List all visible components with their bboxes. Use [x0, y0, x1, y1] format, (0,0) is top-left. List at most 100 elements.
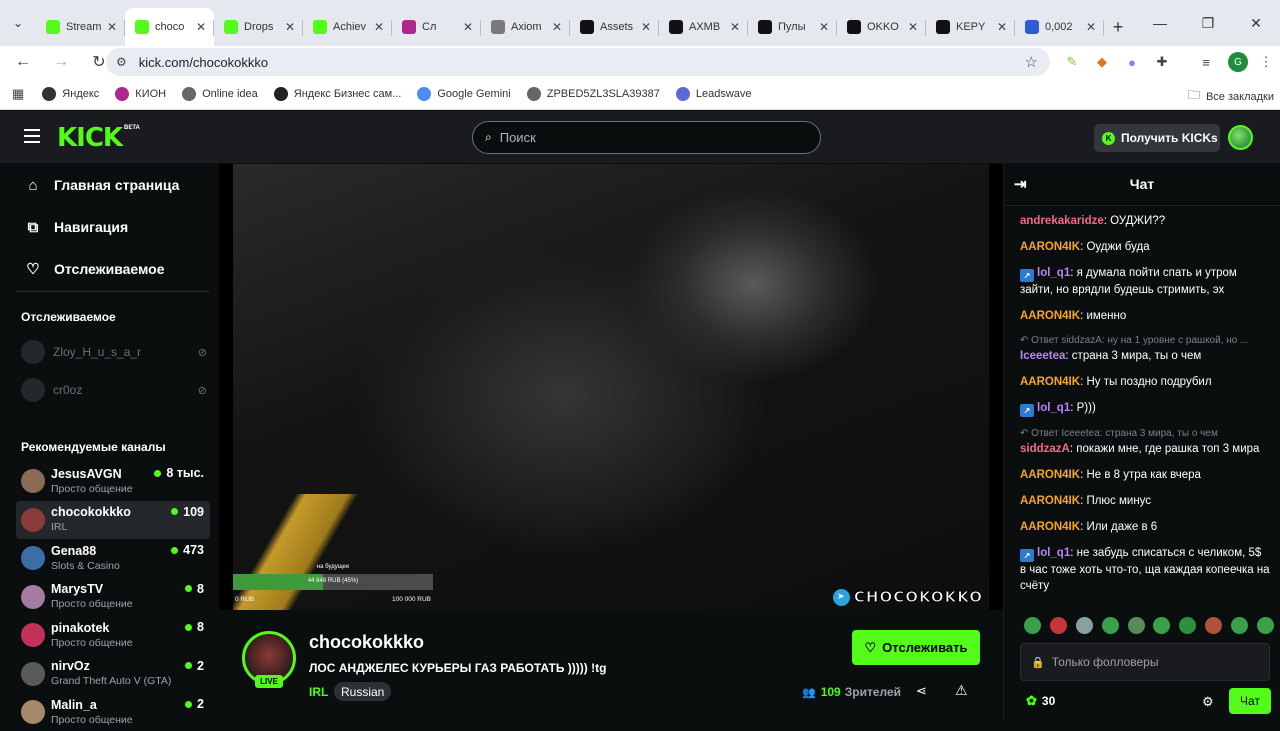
- channel-name[interactable]: chocokokkko: [309, 632, 424, 653]
- close-window-icon[interactable]: ✕: [1232, 0, 1280, 46]
- emote-icon[interactable]: [1101, 617, 1119, 634]
- chat-username[interactable]: AARON4IK: [1020, 495, 1080, 507]
- tab-close-icon[interactable]: ✕: [372, 20, 386, 34]
- apps-grid-icon[interactable]: ▦: [12, 86, 24, 102]
- browser-menu-icon[interactable]: ⋮: [1256, 52, 1276, 72]
- recommended-channel[interactable]: pinakotek Просто общение 8: [16, 616, 210, 654]
- kick-logo[interactable]: KICK: [57, 123, 123, 153]
- report-icon[interactable]: ⚠: [955, 682, 968, 699]
- chat-username[interactable]: AARON4IK: [1020, 469, 1080, 481]
- recommended-channel[interactable]: MarysTV Просто общение 8: [16, 578, 210, 616]
- chat-username[interactable]: Iceeetea: [1020, 350, 1065, 362]
- bookmark-item[interactable]: ZPBED5ZL3SLA39387: [526, 86, 660, 101]
- chat-username[interactable]: lol_q1: [1037, 402, 1070, 414]
- emote-icon[interactable]: [1205, 617, 1223, 634]
- tab-close-icon[interactable]: ✕: [995, 20, 1009, 34]
- sidebar-nav-item[interactable]: ♡ Отслеживаемое: [0, 248, 218, 290]
- media-controls-icon[interactable]: ≡: [1196, 52, 1216, 72]
- emote-icon[interactable]: [1024, 617, 1041, 634]
- tab-close-icon[interactable]: ✕: [105, 20, 119, 34]
- follow-button[interactable]: ♡ Отслеживать: [852, 630, 980, 665]
- browser-tab[interactable]: KEPY ✕: [926, 8, 1015, 46]
- menu-icon[interactable]: [24, 129, 40, 143]
- browser-tab[interactable]: Achiev ✕: [303, 8, 392, 46]
- emote-icon[interactable]: [1179, 617, 1197, 634]
- browser-tab[interactable]: Stream ✕: [36, 8, 125, 46]
- chat-username[interactable]: AARON4IK: [1020, 241, 1080, 253]
- emote-icon[interactable]: [1153, 617, 1171, 634]
- recommended-channel[interactable]: Malin_a Просто общение 2: [16, 693, 210, 731]
- reply-context[interactable]: ↶ Ответ siddzazA: ну на 1 уровне с рашко…: [1020, 334, 1270, 347]
- sidebar-nav-item[interactable]: ⌂ Главная страница: [0, 164, 218, 206]
- maximize-icon[interactable]: ❐: [1184, 0, 1232, 46]
- sidebar-nav-item[interactable]: ⧉ Навигация: [0, 206, 218, 248]
- extension-wave-icon[interactable]: ●: [1122, 52, 1142, 72]
- reply-context[interactable]: ↶ Ответ Iceeetea: страна 3 мира, ты о че…: [1020, 427, 1270, 440]
- bookmark-item[interactable]: КИОН: [115, 86, 166, 101]
- url-field[interactable]: ⚙ kick.com/chocokokkko ☆: [106, 48, 1050, 76]
- all-bookmarks[interactable]: 🗀 Все закладки: [1188, 86, 1274, 107]
- emote-icon[interactable]: [1049, 617, 1067, 634]
- browser-tab[interactable]: Drops ✕: [214, 8, 303, 46]
- back-icon[interactable]: ←: [8, 47, 38, 77]
- search-bar[interactable]: ⌕: [472, 121, 821, 154]
- tab-close-icon[interactable]: ✕: [283, 20, 297, 34]
- forward-icon[interactable]: →: [46, 47, 76, 77]
- chat-username[interactable]: AARON4IK: [1020, 521, 1080, 533]
- minimize-icon[interactable]: —: [1136, 0, 1184, 46]
- chat-username[interactable]: AARON4IK: [1020, 310, 1080, 322]
- bookmark-item[interactable]: Leadswave: [675, 86, 752, 101]
- chat-username[interactable]: lol_q1: [1037, 547, 1070, 559]
- chat-settings-icon[interactable]: ⚙: [1202, 694, 1214, 710]
- browser-tab[interactable]: Сл ✕: [392, 8, 481, 46]
- chat-input[interactable]: [1051, 655, 1262, 669]
- tab-close-icon[interactable]: ✕: [728, 20, 742, 34]
- browser-tab[interactable]: Пулы ✕: [748, 8, 837, 46]
- site-info-icon[interactable]: ⚙: [116, 55, 127, 69]
- tab-close-icon[interactable]: ✕: [194, 20, 208, 34]
- tab-close-icon[interactable]: ✕: [639, 20, 653, 34]
- browser-tab[interactable]: Axiom ✕: [481, 8, 570, 46]
- emote-icon[interactable]: [1075, 617, 1093, 634]
- chat-username[interactable]: AARON4IK: [1020, 376, 1080, 388]
- profile-avatar-icon[interactable]: G: [1228, 52, 1248, 72]
- followed-channel[interactable]: cr0oz ⊘: [21, 375, 207, 405]
- new-tab-button[interactable]: +: [1104, 8, 1132, 46]
- recommended-channel[interactable]: Gena88 Slots & Casino 473: [16, 539, 210, 577]
- tab-close-icon[interactable]: ✕: [906, 20, 920, 34]
- bookmark-item[interactable]: Яндекс Бизнес сам...: [273, 86, 401, 101]
- browser-tab[interactable]: choco ✕: [125, 8, 214, 46]
- tab-close-icon[interactable]: ✕: [550, 20, 564, 34]
- bookmark-item[interactable]: Яндекс: [42, 86, 99, 101]
- metamask-icon[interactable]: ◆: [1092, 52, 1112, 72]
- extension-leaf-icon[interactable]: ✎: [1062, 52, 1082, 72]
- chat-username[interactable]: lol_q1: [1037, 267, 1070, 279]
- share-icon[interactable]: ⋖: [916, 683, 927, 699]
- video-player[interactable]: на будущее 44 848 RUB (45%) 0 RUB 100 00…: [219, 164, 1003, 610]
- recommended-channel[interactable]: nirvOz Grand Theft Auto V (GTA) 2: [16, 655, 210, 693]
- collapse-chat-icon[interactable]: ⇥: [1014, 175, 1027, 193]
- tab-close-icon[interactable]: ✕: [817, 20, 831, 34]
- stream-category[interactable]: IRL: [309, 685, 328, 699]
- bookmark-item[interactable]: Online idea: [182, 86, 258, 101]
- search-input[interactable]: [499, 130, 790, 145]
- tab-close-icon[interactable]: ✕: [461, 20, 475, 34]
- bookmark-star-icon[interactable]: ☆: [1025, 53, 1038, 71]
- chat-username[interactable]: siddzazA: [1020, 443, 1070, 455]
- chat-send-button[interactable]: Чат: [1229, 688, 1271, 714]
- recommended-channel[interactable]: JesusAVGN Просто общение 8 тыс.: [16, 462, 210, 500]
- language-tag[interactable]: Russian: [334, 682, 392, 701]
- channel-points[interactable]: ✿ 30: [1026, 693, 1055, 709]
- recommended-channel[interactable]: chocokokkko IRL 109: [16, 500, 210, 539]
- followed-channel[interactable]: Zloy_H_u_s_a_r ⊘: [21, 337, 207, 367]
- get-kicks-button[interactable]: K Получить KICKs: [1094, 124, 1220, 152]
- emote-icon[interactable]: [1256, 617, 1274, 634]
- chat-username[interactable]: andrekakaridze: [1020, 215, 1104, 227]
- user-avatar[interactable]: [1228, 125, 1253, 150]
- chat-input-box[interactable]: 🔒: [1020, 643, 1270, 681]
- emote-icon[interactable]: [1231, 617, 1248, 634]
- browser-tab[interactable]: 0,002 ✕: [1015, 8, 1104, 46]
- bookmark-item[interactable]: Google Gemini: [417, 86, 511, 101]
- extensions-puzzle-icon[interactable]: ✚: [1152, 52, 1172, 72]
- browser-tab[interactable]: AXMB ✕: [659, 8, 748, 46]
